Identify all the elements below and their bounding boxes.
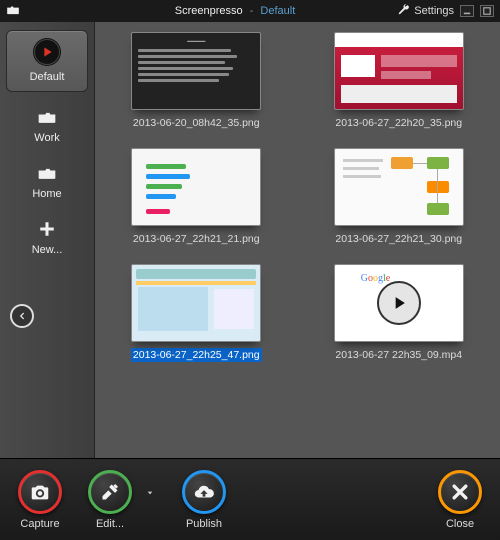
publish-button[interactable]: Publish [182,470,226,530]
cloud-upload-icon [193,481,215,503]
sidebar: Default Work Home New... [0,22,95,458]
thumbnail-image: ━━━━━━ [131,32,261,110]
default-logo-icon [33,38,61,66]
title-separator: - [250,5,254,17]
capture-button[interactable]: Capture [18,470,62,530]
thumbnail-image [334,32,464,110]
titlebar: Screenpresso - Default Settings [0,0,500,22]
sidebar-item-label: Work [34,132,59,144]
edit-button[interactable]: Edit... [88,470,132,530]
folder-icon [33,106,61,128]
app-icon [6,3,20,20]
sidebar-item-work[interactable]: Work [0,98,94,154]
thumbnail-filename: 2013-06-20_08h42_35.png [131,116,262,130]
minimize-button[interactable] [460,5,474,17]
sidebar-item-home[interactable]: Home [0,154,94,210]
close-label: Close [446,518,474,530]
thumbnail-filename: 2013-06-27_22h20_35.png [333,116,464,130]
edit-label: Edit... [96,518,124,530]
caret-down-icon [146,489,154,497]
thumbnail-filename: 2013-06-27_22h25_47.png [131,348,262,362]
thumbnail-item[interactable]: 2013-06-27_22h21_21.png [111,148,281,246]
thumbnail-filename: 2013-06-27 22h35_09.mp4 [333,348,464,362]
play-icon [377,281,421,325]
thumbnail-item[interactable]: 2013-06-27_22h20_35.png [314,32,484,130]
thumbnail-item[interactable]: 2013-06-27_22h25_47.png [111,264,281,362]
thumbnail-item[interactable]: ━━━━━━ 2013-06-20_08h42_35.png [111,32,281,130]
thumbnail-image [131,148,261,226]
edit-tools-icon [100,482,120,502]
thumbnail-grid: ━━━━━━ 2013-06-20_08h42_35.png [95,22,500,458]
thumbnail-filename: 2013-06-27_22h21_30.png [333,232,464,246]
settings-label: Settings [414,5,454,17]
thumbnail-image: Google [334,264,464,342]
sidebar-item-label: Home [32,188,61,200]
sidebar-item-label: Default [30,71,65,83]
plus-icon [33,218,61,240]
thumbnail-filename: 2013-06-27_22h21_21.png [131,232,262,246]
settings-button[interactable]: Settings [397,3,454,19]
thumbnail-item[interactable]: 2013-06-27_22h21_30.png [314,148,484,246]
folder-icon [33,162,61,184]
workspace-name: Default [260,5,295,17]
close-button[interactable]: Close [438,470,482,530]
collapse-sidebar-button[interactable] [10,304,34,328]
thumbnail-image [334,148,464,226]
sidebar-item-new[interactable]: New... [0,210,94,266]
edit-dropdown[interactable] [144,489,156,497]
thumbnail-item[interactable]: Google 2013-06-27 22h35_09.mp4 [314,264,484,362]
capture-label: Capture [20,518,59,530]
maximize-button[interactable] [480,5,494,17]
wrench-icon [397,3,410,19]
thumbnail-image [131,264,261,342]
main-toolbar: Capture Edit... Publish [0,458,500,540]
camera-icon [29,481,51,503]
app-title: Screenpresso [175,5,243,17]
sidebar-item-default[interactable]: Default [6,30,88,92]
close-icon [450,482,470,502]
publish-label: Publish [186,518,222,530]
chevron-left-icon [17,311,27,321]
sidebar-item-label: New... [32,244,63,256]
